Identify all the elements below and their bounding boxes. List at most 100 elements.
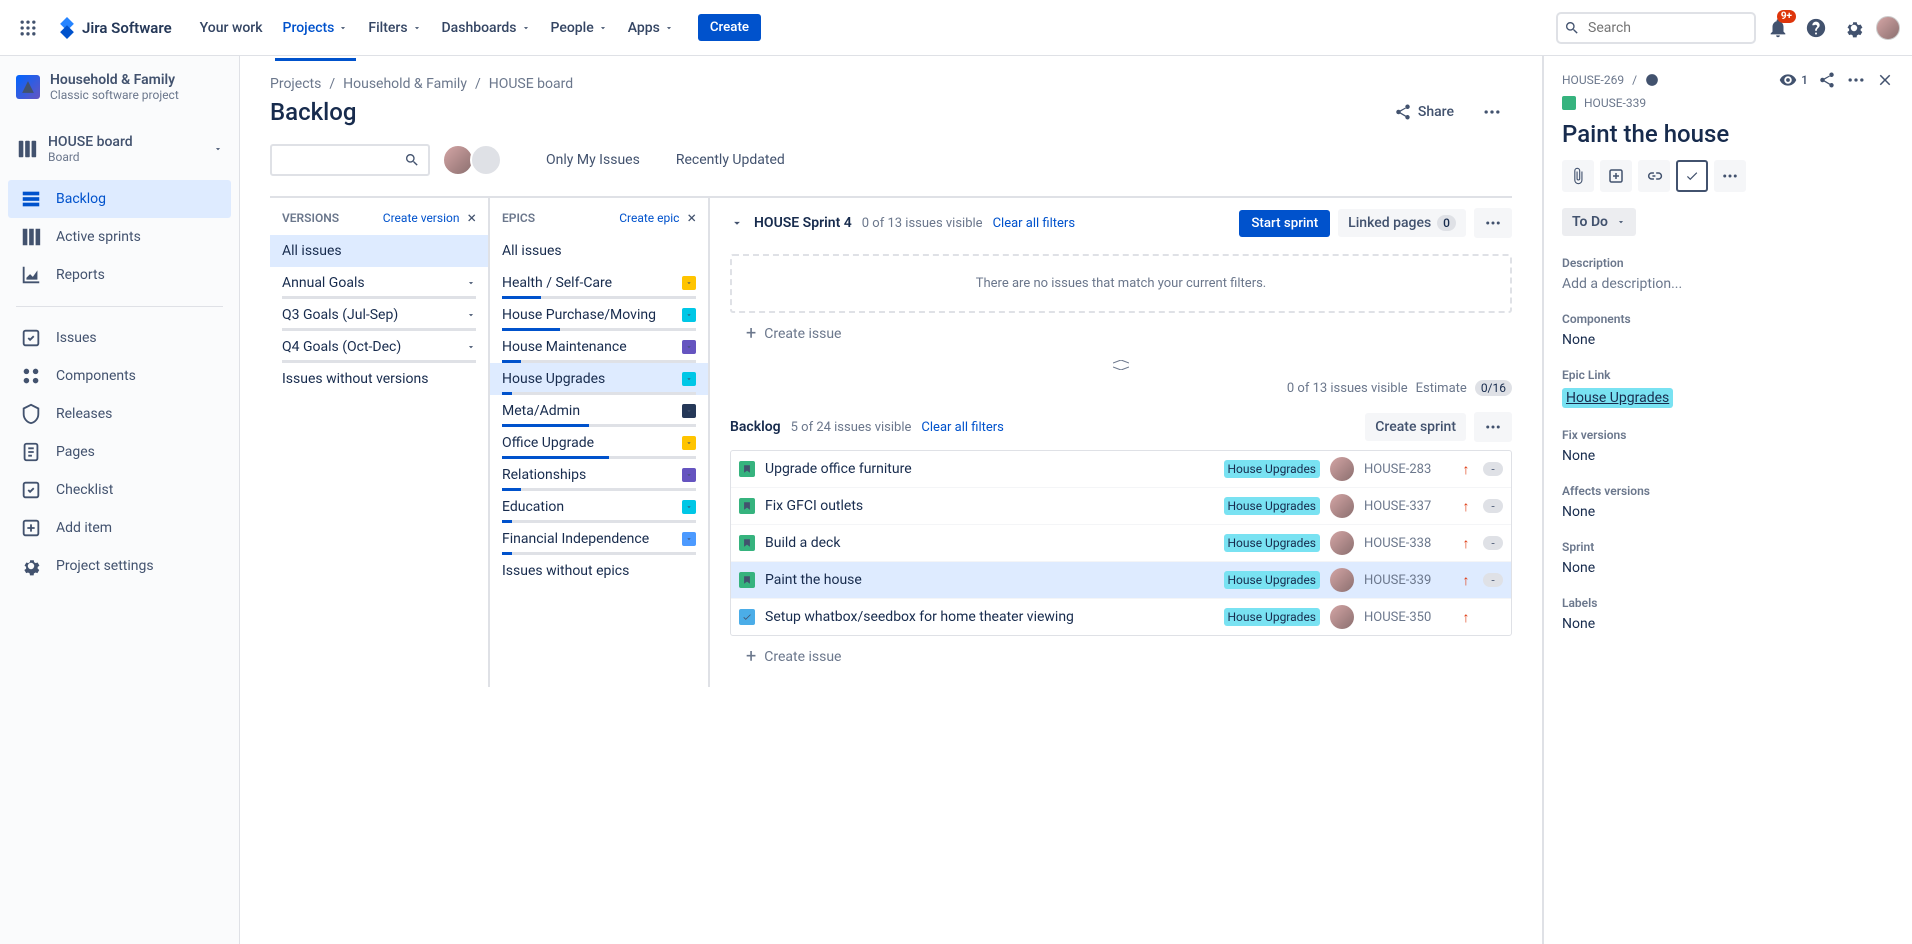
close-versions-icon[interactable]: × xyxy=(467,208,476,227)
version-item[interactable]: Q3 Goals (Jul-Sep) xyxy=(270,299,488,331)
sidebar-item-active-sprints[interactable]: Active sprints xyxy=(8,218,231,256)
epic-tag[interactable]: House Upgrades xyxy=(1224,534,1321,552)
nav-item-projects[interactable]: Projects xyxy=(275,14,357,42)
detail-more-icon[interactable] xyxy=(1846,70,1866,90)
description-field[interactable]: Add a description... xyxy=(1562,276,1894,292)
version-item[interactable]: Issues without versions xyxy=(270,363,488,395)
link-button[interactable] xyxy=(1638,160,1670,192)
sidebar-item-releases[interactable]: Releases xyxy=(8,395,231,433)
clear-filters-sprint[interactable]: Clear all filters xyxy=(993,216,1075,231)
create-issue-backlog[interactable]: + Create issue xyxy=(730,636,1512,677)
nav-item-filters[interactable]: Filters xyxy=(360,14,429,42)
app-switcher[interactable] xyxy=(12,12,44,44)
nav-item-people[interactable]: People xyxy=(543,14,616,42)
epic-tag[interactable]: House Upgrades xyxy=(1224,571,1321,589)
board-search[interactable] xyxy=(270,144,430,176)
version-item[interactable]: Annual Goals xyxy=(270,267,488,299)
quick-filter[interactable]: Recently Updated xyxy=(668,148,793,172)
add-child-button[interactable] xyxy=(1600,160,1632,192)
create-button[interactable]: Create xyxy=(698,14,761,41)
clear-filters-backlog[interactable]: Clear all filters xyxy=(921,420,1003,435)
issue-row[interactable]: Build a deck House Upgrades HOUSE-338 ↑ … xyxy=(731,524,1511,561)
nav-item-apps[interactable]: Apps xyxy=(620,14,682,42)
config-icon[interactable] xyxy=(1645,73,1659,87)
profile-avatar[interactable] xyxy=(1876,16,1900,40)
issue-key[interactable]: HOUSE-337 xyxy=(1364,499,1449,514)
notifications-icon[interactable]: 9+ xyxy=(1762,12,1794,44)
fix-versions-field[interactable]: None xyxy=(1562,448,1894,464)
sprint-field[interactable]: None xyxy=(1562,560,1894,576)
settings-icon[interactable] xyxy=(1838,12,1870,44)
parent-key[interactable]: HOUSE-269 xyxy=(1562,73,1624,87)
assignee-avatar[interactable] xyxy=(1330,494,1354,518)
epic-item[interactable]: House Purchase/Moving xyxy=(490,299,708,331)
close-epics-icon[interactable]: × xyxy=(687,208,696,227)
epic-item[interactable]: Issues without epics xyxy=(490,555,708,587)
nav-item-your-work[interactable]: Your work xyxy=(192,14,271,42)
create-sprint-button[interactable]: Create sprint xyxy=(1365,413,1466,441)
create-version-link[interactable]: Create version xyxy=(383,211,460,225)
assignee-avatar[interactable] xyxy=(1330,531,1354,555)
drag-handle[interactable] xyxy=(730,358,1512,374)
search-input[interactable] xyxy=(1556,12,1756,44)
epic-tag[interactable]: House Upgrades xyxy=(1224,460,1321,478)
sidebar-item-add-item[interactable]: Add item xyxy=(8,509,231,547)
share-button[interactable]: Share xyxy=(1384,97,1464,127)
epic-tag[interactable]: House Upgrades xyxy=(1224,497,1321,515)
logo[interactable]: Jira Software xyxy=(48,17,180,39)
issue-row[interactable]: Setup whatbox/seedbox for home theater v… xyxy=(731,598,1511,635)
checklist-button[interactable] xyxy=(1676,160,1708,192)
issue-row[interactable]: Paint the house House Upgrades HOUSE-339… xyxy=(731,561,1511,598)
epic-item[interactable]: Financial Independence xyxy=(490,523,708,555)
linked-pages-button[interactable]: Linked pages 0 xyxy=(1338,209,1466,237)
backlog-more-button[interactable] xyxy=(1474,412,1512,442)
nav-item-dashboards[interactable]: Dashboards xyxy=(434,14,539,42)
epic-item[interactable]: Office Upgrade xyxy=(490,427,708,459)
epic-tag[interactable]: House Upgrades xyxy=(1224,608,1321,626)
detail-more-button[interactable] xyxy=(1714,160,1746,192)
version-item[interactable]: Q4 Goals (Oct-Dec) xyxy=(270,331,488,363)
sidebar-item-reports[interactable]: Reports xyxy=(8,256,231,294)
assignee-filter[interactable] xyxy=(446,144,502,176)
help-icon[interactable] xyxy=(1800,12,1832,44)
board-selector[interactable]: HOUSE board Board xyxy=(8,126,231,172)
detail-title[interactable]: Paint the house xyxy=(1562,120,1894,148)
epic-item[interactable]: House Maintenance xyxy=(490,331,708,363)
sidebar-item-project-settings[interactable]: Project settings xyxy=(8,547,231,585)
close-detail-icon[interactable] xyxy=(1876,71,1894,89)
components-field[interactable]: None xyxy=(1562,332,1894,348)
status-dropdown[interactable]: To Do xyxy=(1562,208,1636,236)
breadcrumb-item[interactable]: Household & Family xyxy=(343,76,467,92)
issue-key[interactable]: HOUSE-339 xyxy=(1584,96,1646,110)
epic-item[interactable]: All issues xyxy=(490,235,708,267)
assignee-avatar[interactable] xyxy=(1330,568,1354,592)
epic-item[interactable]: House Upgrades xyxy=(490,363,708,395)
global-search[interactable] xyxy=(1556,12,1756,44)
create-epic-link[interactable]: Create epic xyxy=(619,211,679,225)
issue-key[interactable]: HOUSE-350 xyxy=(1364,610,1449,625)
attach-button[interactable] xyxy=(1562,160,1594,192)
epic-item[interactable]: Relationships xyxy=(490,459,708,491)
sprint-more-button[interactable] xyxy=(1474,208,1512,238)
breadcrumb-item[interactable]: HOUSE board xyxy=(489,76,573,92)
start-sprint-button[interactable]: Start sprint xyxy=(1239,210,1330,237)
epic-item[interactable]: Education xyxy=(490,491,708,523)
epic-item[interactable]: Health / Self-Care xyxy=(490,267,708,299)
issue-row[interactable]: Fix GFCI outlets House Upgrades HOUSE-33… xyxy=(731,487,1511,524)
issue-key[interactable]: HOUSE-339 xyxy=(1364,573,1449,588)
affects-versions-field[interactable]: None xyxy=(1562,504,1894,520)
collapse-icon[interactable] xyxy=(730,216,744,230)
version-item[interactable]: All issues xyxy=(270,235,488,267)
sidebar-item-checklist[interactable]: Checklist xyxy=(8,471,231,509)
create-issue-sprint[interactable]: + Create issue xyxy=(730,313,1512,354)
epic-item[interactable]: Meta/Admin xyxy=(490,395,708,427)
assignee-avatar[interactable] xyxy=(1330,457,1354,481)
epic-link-field[interactable]: House Upgrades xyxy=(1562,388,1673,408)
avatar-unassigned[interactable] xyxy=(470,144,502,176)
breadcrumb-item[interactable]: Projects xyxy=(270,76,321,92)
assignee-avatar[interactable] xyxy=(1330,605,1354,629)
labels-field[interactable]: None xyxy=(1562,616,1894,632)
sidebar-item-backlog[interactable]: Backlog xyxy=(8,180,231,218)
sidebar-item-pages[interactable]: Pages xyxy=(8,433,231,471)
quick-filter[interactable]: Only My Issues xyxy=(538,148,648,172)
